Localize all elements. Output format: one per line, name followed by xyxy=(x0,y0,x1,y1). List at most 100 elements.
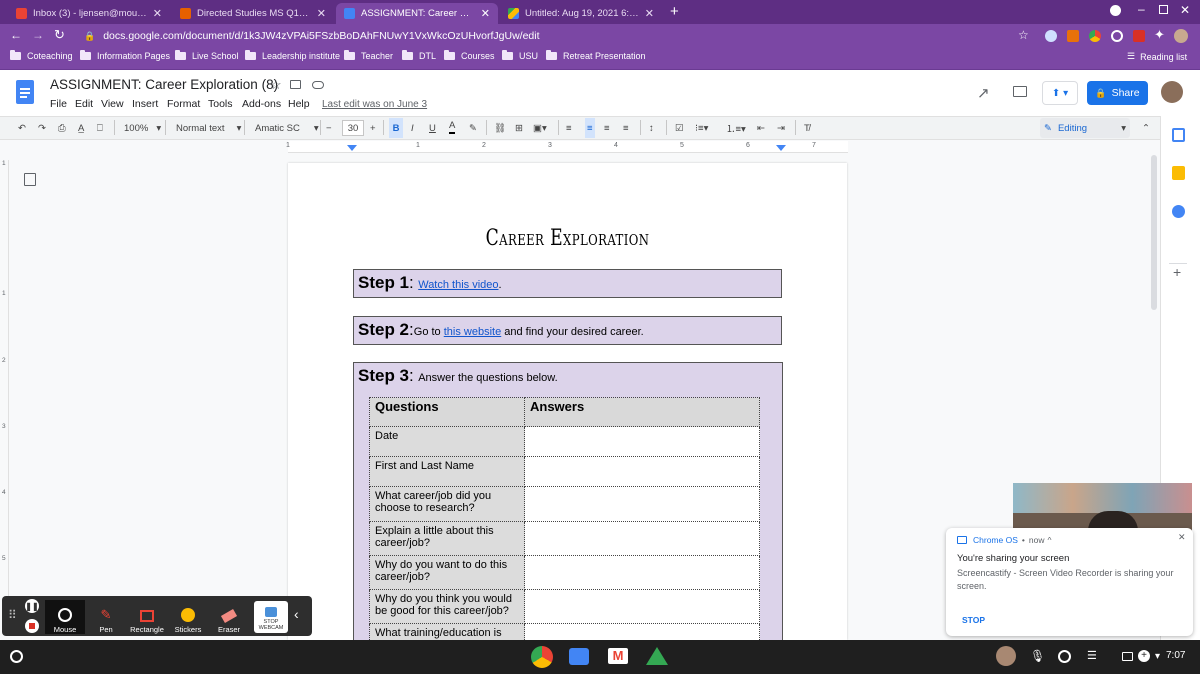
browser-tab[interactable]: Inbox (3) - ljensen@mountainhe ✕ xyxy=(8,3,170,24)
menu-edit[interactable]: Edit xyxy=(75,98,93,110)
bookmark-star-icon[interactable]: ☆ xyxy=(1018,28,1029,42)
move-folder-icon[interactable] xyxy=(290,80,301,89)
chrome-app-icon[interactable] xyxy=(531,646,553,668)
answer-cell[interactable] xyxy=(524,555,760,590)
bulleted-list-icon[interactable]: ⁝≡▾ xyxy=(695,118,708,138)
style-select[interactable]: Normal text ▾ xyxy=(176,118,241,138)
redo-icon[interactable]: ↷ xyxy=(38,118,46,138)
share-button[interactable]: 🔒 Share xyxy=(1087,81,1148,105)
bookmark-leadership-institute[interactable]: Leadership institute xyxy=(245,50,340,61)
justify-icon[interactable]: ≡ xyxy=(623,118,629,138)
numbered-list-icon[interactable]: ⒈≡▾ xyxy=(726,118,746,138)
new-tab-button[interactable]: + xyxy=(670,3,679,20)
increase-indent-icon[interactable]: ⇥ xyxy=(777,118,785,138)
increase-font-size-icon[interactable]: + xyxy=(370,118,376,138)
clock[interactable]: 7:07 xyxy=(1166,650,1185,661)
bold-icon[interactable]: B xyxy=(389,118,403,138)
close-window-icon[interactable]: ✕ xyxy=(1180,3,1190,17)
font-select[interactable]: Amatic SC ▾ xyxy=(255,118,319,138)
answer-cell[interactable] xyxy=(524,486,760,522)
present-button[interactable]: ⬆ ▾ xyxy=(1042,81,1078,105)
close-tab-icon[interactable]: ✕ xyxy=(317,7,326,20)
table-header-cell[interactable]: Questions xyxy=(369,397,525,427)
user-avatar[interactable] xyxy=(1161,81,1183,103)
menu-add-ons[interactable]: Add-ons xyxy=(242,98,281,110)
user-avatar[interactable] xyxy=(996,646,1016,666)
question-cell[interactable]: First and Last Name xyxy=(369,456,525,487)
activity-trend-icon[interactable]: ↗ xyxy=(977,84,990,102)
answer-cell[interactable] xyxy=(524,521,760,556)
close-tab-icon[interactable]: ✕ xyxy=(645,7,654,20)
menu-insert[interactable]: Insert xyxy=(132,98,158,110)
underline-icon[interactable]: U xyxy=(429,118,436,138)
align-right-icon[interactable]: ≡ xyxy=(604,118,610,138)
stickers-tool[interactable]: Stickers xyxy=(168,600,208,634)
drag-handle-icon[interactable]: ⠿ xyxy=(8,608,17,622)
bookmark-retreat-presentation[interactable]: Retreat Presentation xyxy=(546,50,646,61)
spellcheck-icon[interactable]: A̲ xyxy=(78,118,84,138)
bookmark-courses[interactable]: Courses xyxy=(444,50,495,61)
close-notification-icon[interactable]: ✕ xyxy=(1178,532,1186,543)
puzzle-icon[interactable]: ✦ xyxy=(1154,27,1165,43)
bookmark-usu[interactable]: USU xyxy=(502,50,538,61)
drive-app-icon[interactable] xyxy=(646,647,668,665)
zoom-select[interactable]: 100% ▾ xyxy=(124,118,161,138)
checklist-icon[interactable]: ☑ xyxy=(675,118,684,138)
question-cell[interactable]: Why do you think you would be good for t… xyxy=(369,589,525,624)
answer-cell[interactable] xyxy=(524,426,760,457)
browser-tab[interactable]: Untitled: Aug 19, 2021 6:59 AM ✕ xyxy=(500,3,662,24)
forward-icon[interactable]: → xyxy=(32,28,44,42)
mouse-tool[interactable]: Mouse xyxy=(45,600,85,634)
comments-icon[interactable] xyxy=(1013,86,1027,97)
pause-icon[interactable]: ❚❚ xyxy=(25,599,39,613)
editing-mode-select[interactable]: ✎ Editing ▾ xyxy=(1040,118,1130,138)
chrome-extension-icon[interactable] xyxy=(1089,30,1101,42)
reload-icon[interactable]: ↻ xyxy=(54,27,65,43)
docs-logo-icon[interactable] xyxy=(16,80,34,104)
clipboard-icon[interactable]: ☰ xyxy=(1087,649,1097,662)
gmail-app-icon[interactable]: M xyxy=(608,648,628,664)
extension-icon[interactable] xyxy=(1045,30,1057,42)
decrease-font-size-icon[interactable]: − xyxy=(326,118,332,138)
answer-cell[interactable] xyxy=(524,456,760,487)
clear-formatting-icon[interactable]: T̸ xyxy=(804,118,810,138)
back-icon[interactable]: ← xyxy=(10,28,22,42)
add-icon[interactable]: + xyxy=(1138,650,1150,662)
stop-webcam-button[interactable]: STOP WEBCAM xyxy=(254,601,288,633)
screen-icon[interactable] xyxy=(1122,652,1133,661)
eraser-tool[interactable]: Eraser xyxy=(209,600,249,634)
star-icon[interactable]: ☆ xyxy=(270,77,282,93)
stop-recording-icon[interactable] xyxy=(25,619,39,633)
close-tab-icon[interactable]: ✕ xyxy=(153,7,162,20)
decrease-indent-icon[interactable]: ⇤ xyxy=(757,118,765,138)
extension-icon[interactable] xyxy=(1067,30,1079,42)
question-cell[interactable]: Why do you want to do this career/job? xyxy=(369,555,525,590)
keep-icon[interactable] xyxy=(1172,166,1185,180)
collapse-menu-icon[interactable]: ⌃ xyxy=(1142,118,1150,138)
add-addon-icon[interactable]: + xyxy=(1173,264,1181,280)
bookmark-teacher[interactable]: Teacher xyxy=(344,50,393,61)
restore-icon[interactable] xyxy=(1159,5,1168,14)
extension-icon[interactable] xyxy=(1133,30,1145,42)
browser-tab-active[interactable]: ASSIGNMENT: Career Exploratio ✕ xyxy=(336,3,498,24)
browser-tab[interactable]: Directed Studies MS Q1: 3.1 ASS ✕ xyxy=(172,3,334,24)
bookmark-coteaching[interactable]: Coteaching xyxy=(10,50,73,61)
microphone-icon[interactable]: 🎙 xyxy=(1030,649,1045,663)
wifi-icon[interactable]: ▾ xyxy=(1155,651,1160,662)
close-tab-icon[interactable]: ✕ xyxy=(481,7,490,20)
avatar[interactable] xyxy=(1174,29,1188,43)
document-title[interactable]: ASSIGNMENT: Career Exploration (8) xyxy=(50,77,278,92)
rectangle-tool[interactable]: Rectangle xyxy=(127,600,167,634)
right-indent-marker[interactable] xyxy=(776,145,786,151)
menu-view[interactable]: View xyxy=(101,98,124,110)
calendar-icon[interactable] xyxy=(1172,128,1185,142)
screencastify-tray-icon[interactable] xyxy=(1058,650,1071,663)
question-cell[interactable]: Explain a little about this career/job? xyxy=(369,521,525,556)
collapse-toolbar-icon[interactable]: ‹ xyxy=(294,606,299,622)
vertical-scrollbar[interactable] xyxy=(1151,155,1157,310)
answer-cell[interactable] xyxy=(524,623,760,640)
document-heading[interactable]: Career Exploration xyxy=(349,226,785,251)
image-icon[interactable]: ▣▾ xyxy=(533,118,547,138)
document-outline-icon[interactable] xyxy=(24,173,36,186)
omnibox[interactable]: 🔒 docs.google.com/document/d/1k3JW4zVPAi… xyxy=(78,27,1038,45)
